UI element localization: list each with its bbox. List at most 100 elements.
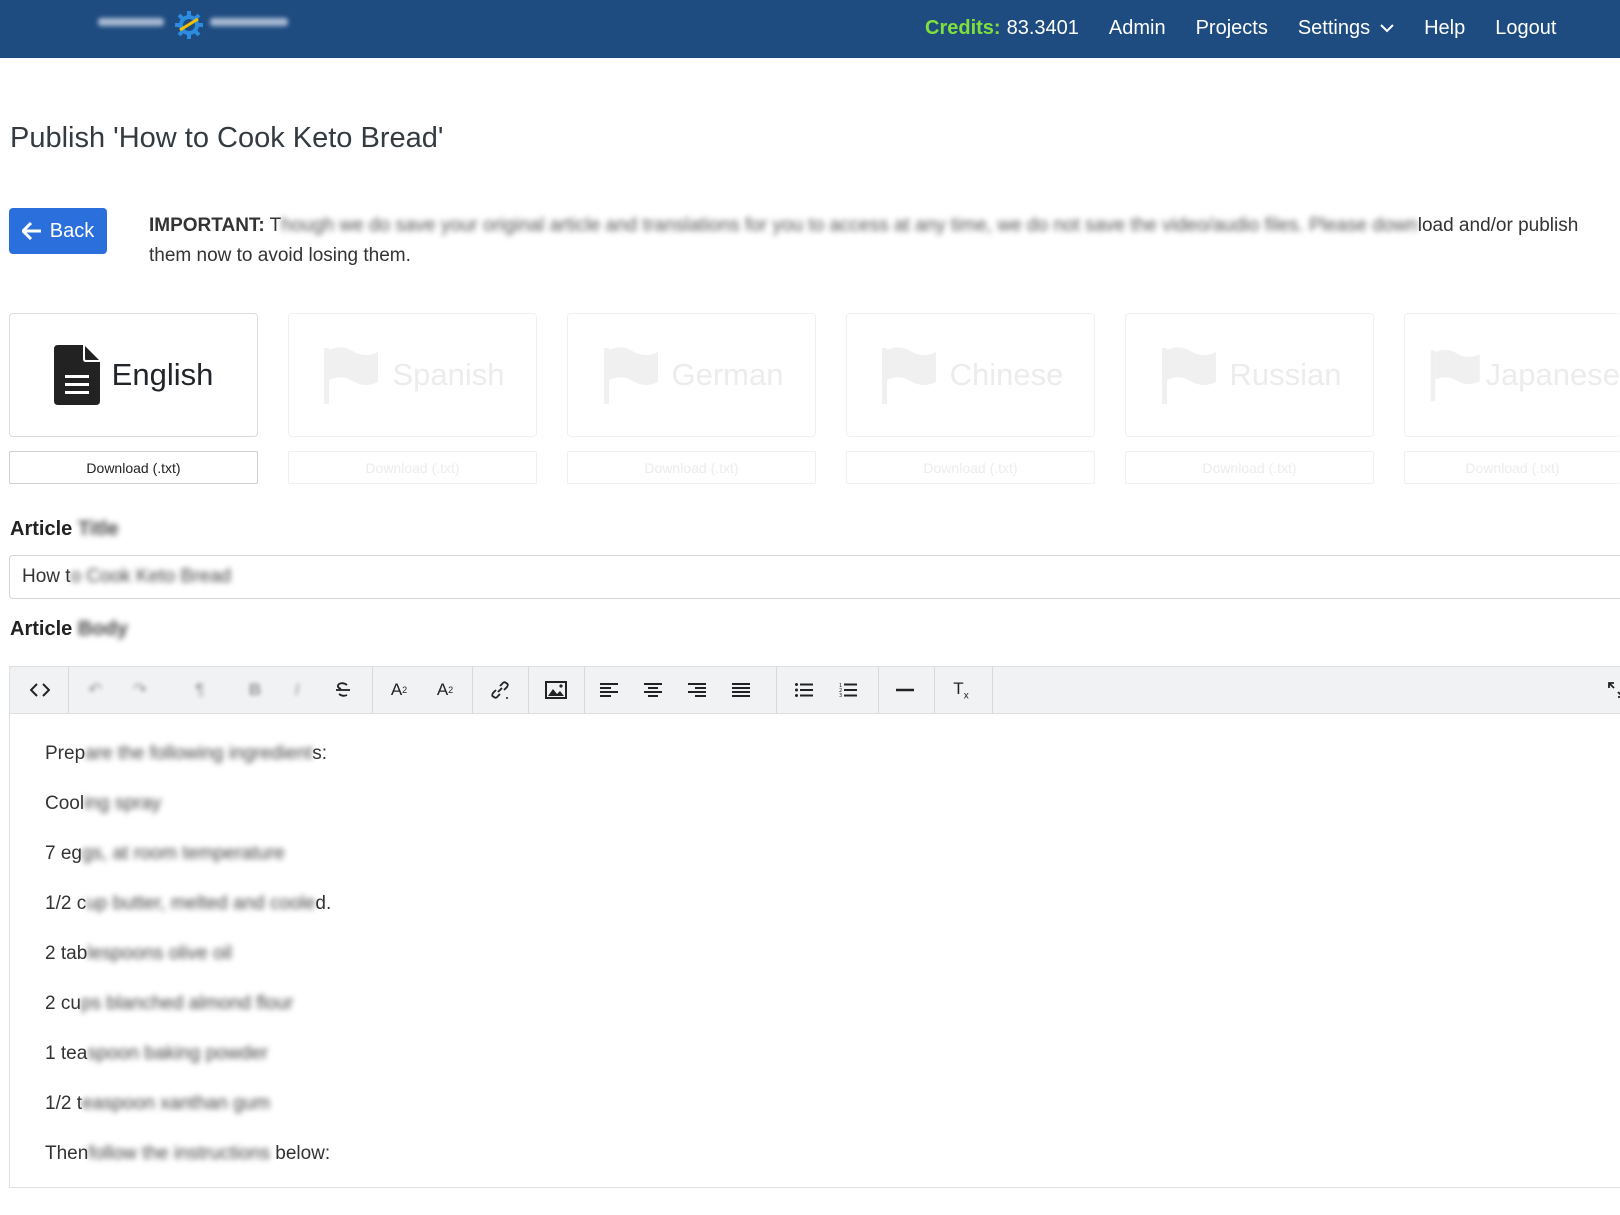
bullet-list-icon[interactable] bbox=[789, 667, 819, 713]
align-right-icon[interactable] bbox=[682, 667, 712, 713]
nav-logout[interactable]: Logout bbox=[1495, 17, 1556, 40]
file-text-icon bbox=[53, 345, 100, 405]
line-end: s: bbox=[312, 743, 328, 764]
subscript-icon[interactable]: A2 bbox=[430, 667, 460, 713]
article-title-label: Article Title bbox=[10, 518, 119, 541]
language-card-chinese[interactable]: Chinese bbox=[846, 313, 1095, 437]
notice-strong: IMPORTANT: bbox=[149, 215, 265, 236]
link-icon[interactable] bbox=[484, 667, 516, 713]
line-visible: 1/2 t bbox=[45, 1093, 82, 1114]
svg-text:3: 3 bbox=[839, 693, 842, 697]
back-label: Back bbox=[49, 219, 95, 242]
line-visible: Then bbox=[45, 1143, 89, 1164]
superscript-icon[interactable]: A2 bbox=[384, 667, 414, 713]
italic-icon[interactable]: I bbox=[282, 667, 312, 713]
body-line: Then follow the instructions below: bbox=[45, 1143, 330, 1165]
nav-help[interactable]: Help bbox=[1424, 17, 1465, 40]
image-icon[interactable] bbox=[538, 667, 574, 713]
language-card-japanese[interactable]: Japanese bbox=[1404, 313, 1620, 437]
nav-settings[interactable]: Settings bbox=[1298, 17, 1394, 40]
line-blurred: ps blanched almond flour bbox=[80, 993, 294, 1014]
line-blurred: follow the instructions bbox=[88, 1143, 270, 1164]
article-body-label: Article Body bbox=[10, 618, 128, 641]
page-title: Publish 'How to Cook Keto Bread' bbox=[10, 122, 444, 154]
language-name: German bbox=[671, 357, 784, 392]
article-body-editor[interactable]: Prepare the following ingredients: Cooli… bbox=[9, 714, 1620, 1188]
back-button[interactable]: Back bbox=[9, 208, 107, 254]
download-german-button[interactable]: Download (.txt) bbox=[567, 451, 816, 484]
language-card-english[interactable]: English bbox=[9, 313, 258, 437]
body-line: Prepare the following ingredients: bbox=[45, 743, 327, 765]
body-line: 7 eggs, at room temperature bbox=[45, 843, 285, 865]
flag-icon bbox=[881, 347, 936, 404]
align-center-icon[interactable] bbox=[638, 667, 668, 713]
clear-format-icon[interactable]: Tx bbox=[946, 667, 976, 713]
credits-value: 83.3401 bbox=[1006, 16, 1079, 39]
numbered-list-icon[interactable]: 123 bbox=[833, 667, 863, 713]
code-view-icon[interactable] bbox=[20, 667, 60, 713]
language-name: Japanese bbox=[1485, 357, 1620, 392]
credits-label: Credits: bbox=[925, 16, 1001, 39]
body-line: 1/2 cup butter, melted and cooled. bbox=[45, 893, 331, 915]
line-visible: 2 cu bbox=[45, 993, 81, 1014]
editor-toolbar: ↶ ↷ ¶ B I A2 A2 123 Tx bbox=[9, 666, 1620, 714]
body-line: 1 teaspoon baking powder bbox=[45, 1043, 268, 1065]
nav-admin[interactable]: Admin bbox=[1109, 17, 1166, 40]
line-blurred: lespoons olive oil bbox=[87, 943, 232, 964]
credits-display: Credits: 83.3401 bbox=[925, 17, 1079, 40]
language-name: English bbox=[111, 357, 214, 392]
line-visible: 1 tea bbox=[45, 1043, 88, 1064]
line-visible: Cool bbox=[45, 793, 85, 814]
flag-icon bbox=[324, 347, 379, 404]
gear-logo-icon bbox=[175, 11, 203, 39]
body-line: Cooling spray bbox=[45, 793, 161, 815]
download-russian-button[interactable]: Download (.txt) bbox=[1125, 451, 1374, 484]
line-visible: 1/2 c bbox=[45, 893, 87, 914]
label-text: Article bbox=[10, 518, 73, 540]
navbar: Credits: 83.3401 Admin Projects Settings… bbox=[0, 0, 1620, 58]
redo-icon[interactable]: ↷ bbox=[125, 667, 155, 713]
language-name: Russian bbox=[1229, 357, 1342, 392]
flag-icon bbox=[1430, 349, 1480, 402]
download-spanish-button[interactable]: Download (.txt) bbox=[288, 451, 537, 484]
line-blurred: easpoon xanthan gum bbox=[81, 1093, 271, 1114]
body-line: 2 cups blanched almond flour bbox=[45, 993, 293, 1015]
line-end: d. bbox=[315, 893, 332, 914]
language-name: Chinese bbox=[949, 357, 1064, 392]
language-card-russian[interactable]: Russian bbox=[1125, 313, 1374, 437]
horizontal-rule-icon[interactable] bbox=[890, 667, 920, 713]
flag-icon bbox=[603, 347, 658, 404]
logo[interactable] bbox=[98, 6, 288, 40]
strikethrough-icon[interactable] bbox=[328, 667, 358, 713]
line-blurred: up butter, melted and coole bbox=[86, 893, 316, 914]
download-japanese-button[interactable]: Download (.txt) bbox=[1404, 451, 1620, 484]
undo-icon[interactable]: ↶ bbox=[80, 667, 110, 713]
label-blurred: Body bbox=[77, 618, 128, 640]
notice-start: T bbox=[264, 215, 282, 236]
line-blurred: ing spray bbox=[84, 793, 162, 814]
nav-settings-label: Settings bbox=[1297, 16, 1371, 39]
download-english-button[interactable]: Download (.txt) bbox=[9, 451, 258, 484]
bold-icon[interactable]: B bbox=[240, 667, 270, 713]
body-line: 2 tablespoons olive oil bbox=[45, 943, 232, 965]
body-line: 1/2 teaspoon xanthan gum bbox=[45, 1093, 270, 1115]
notice-blurred: hough we do save your original article a… bbox=[281, 215, 1418, 236]
important-notice: IMPORTANT: Though we do save your origin… bbox=[149, 211, 1599, 271]
flag-icon bbox=[1161, 347, 1216, 404]
article-title-input[interactable]: How to Cook Keto Bread bbox=[9, 555, 1620, 599]
align-justify-icon[interactable] bbox=[726, 667, 756, 713]
language-name: Spanish bbox=[392, 357, 505, 392]
line-visible: Prep bbox=[45, 743, 86, 764]
language-card-spanish[interactable]: Spanish bbox=[288, 313, 537, 437]
chevron-down-icon bbox=[1380, 24, 1394, 33]
fullscreen-icon[interactable] bbox=[1606, 667, 1620, 713]
nav-projects[interactable]: Projects bbox=[1196, 17, 1268, 40]
download-chinese-button[interactable]: Download (.txt) bbox=[846, 451, 1095, 484]
paragraph-icon[interactable]: ¶ bbox=[185, 667, 215, 713]
language-card-german[interactable]: German bbox=[567, 313, 816, 437]
align-left-icon[interactable] bbox=[594, 667, 624, 713]
line-visible: 7 eg bbox=[45, 843, 82, 864]
line-visible: 2 tab bbox=[45, 943, 88, 964]
title-visible: How t bbox=[22, 566, 71, 587]
label-text: Article bbox=[10, 618, 73, 640]
